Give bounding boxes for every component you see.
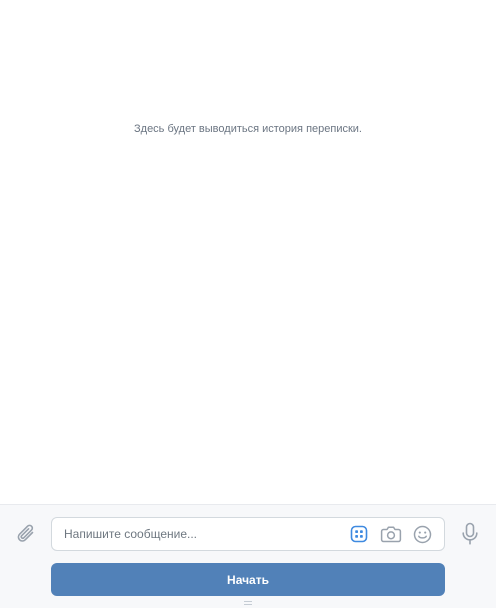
voice-message-button[interactable] bbox=[458, 520, 482, 548]
bot-keyboard-button[interactable] bbox=[348, 523, 370, 545]
camera-icon bbox=[380, 526, 402, 543]
emoji-icon bbox=[413, 525, 431, 543]
bot-keyboard-icon bbox=[350, 525, 368, 543]
empty-history-text: Здесь будет выводиться история переписки… bbox=[134, 123, 362, 135]
emoji-button[interactable] bbox=[411, 523, 433, 545]
start-button[interactable]: Начать bbox=[51, 563, 445, 596]
drag-handle[interactable] bbox=[244, 601, 252, 605]
message-input[interactable] bbox=[64, 518, 334, 550]
microphone-icon bbox=[462, 522, 478, 545]
chat-window: Здесь будет выводиться история переписки… bbox=[0, 0, 496, 608]
attach-button[interactable] bbox=[14, 520, 40, 548]
camera-button[interactable] bbox=[379, 523, 403, 545]
paperclip-icon bbox=[17, 524, 34, 542]
message-history: Здесь будет выводиться история переписки… bbox=[0, 0, 496, 504]
message-input-box bbox=[51, 517, 445, 551]
